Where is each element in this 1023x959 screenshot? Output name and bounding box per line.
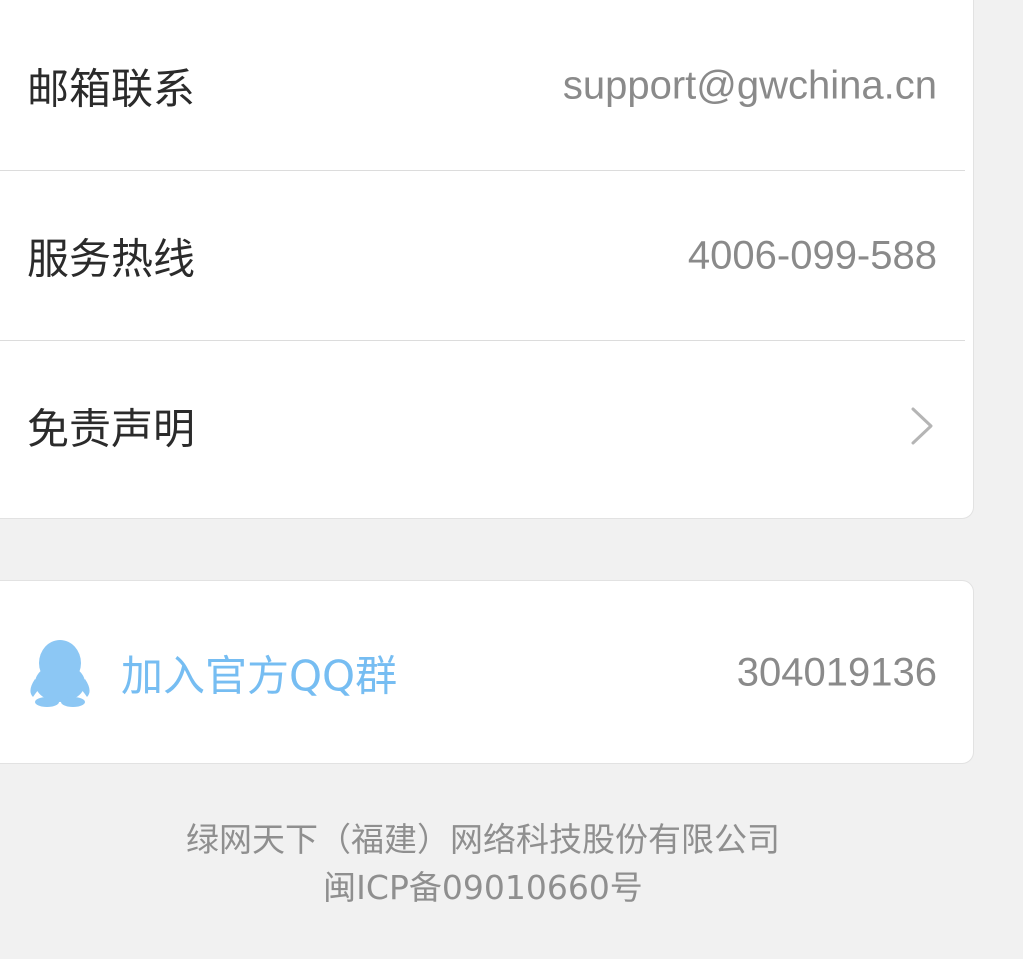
email-label: 邮箱联系 — [27, 64, 196, 114]
hotline-label: 服务热线 — [27, 234, 196, 284]
disclaimer-row[interactable]: 免责声明 — [0, 341, 973, 511]
qq-penguin-icon — [30, 640, 90, 707]
footer-company-name: 绿网天下（福建）网络科技股份有限公司 — [186, 820, 780, 859]
footer-icp-record: 闽ICP备09010660号 — [323, 868, 643, 907]
chevron-right-icon — [911, 407, 933, 445]
qq-group-label[interactable]: 加入官方QQ群 — [121, 643, 397, 704]
footer: 绿网天下（福建）网络科技股份有限公司 闽ICP备09010660号 — [0, 816, 966, 912]
qq-group-row[interactable]: 加入官方QQ群 304019136 — [0, 581, 973, 765]
hotline-row[interactable]: 服务热线 4006-099-588 — [0, 171, 973, 341]
email-value[interactable]: support@gwchina.cn — [563, 64, 937, 109]
qq-group-card: 加入官方QQ群 304019136 — [0, 580, 974, 764]
hotline-value[interactable]: 4006-099-588 — [688, 234, 937, 279]
email-row[interactable]: 邮箱联系 support@gwchina.cn — [0, 1, 973, 171]
disclaimer-label: 免责声明 — [27, 404, 196, 454]
contact-card: 邮箱联系 support@gwchina.cn 服务热线 4006-099-58… — [0, 0, 974, 519]
qq-group-number: 304019136 — [736, 650, 937, 695]
